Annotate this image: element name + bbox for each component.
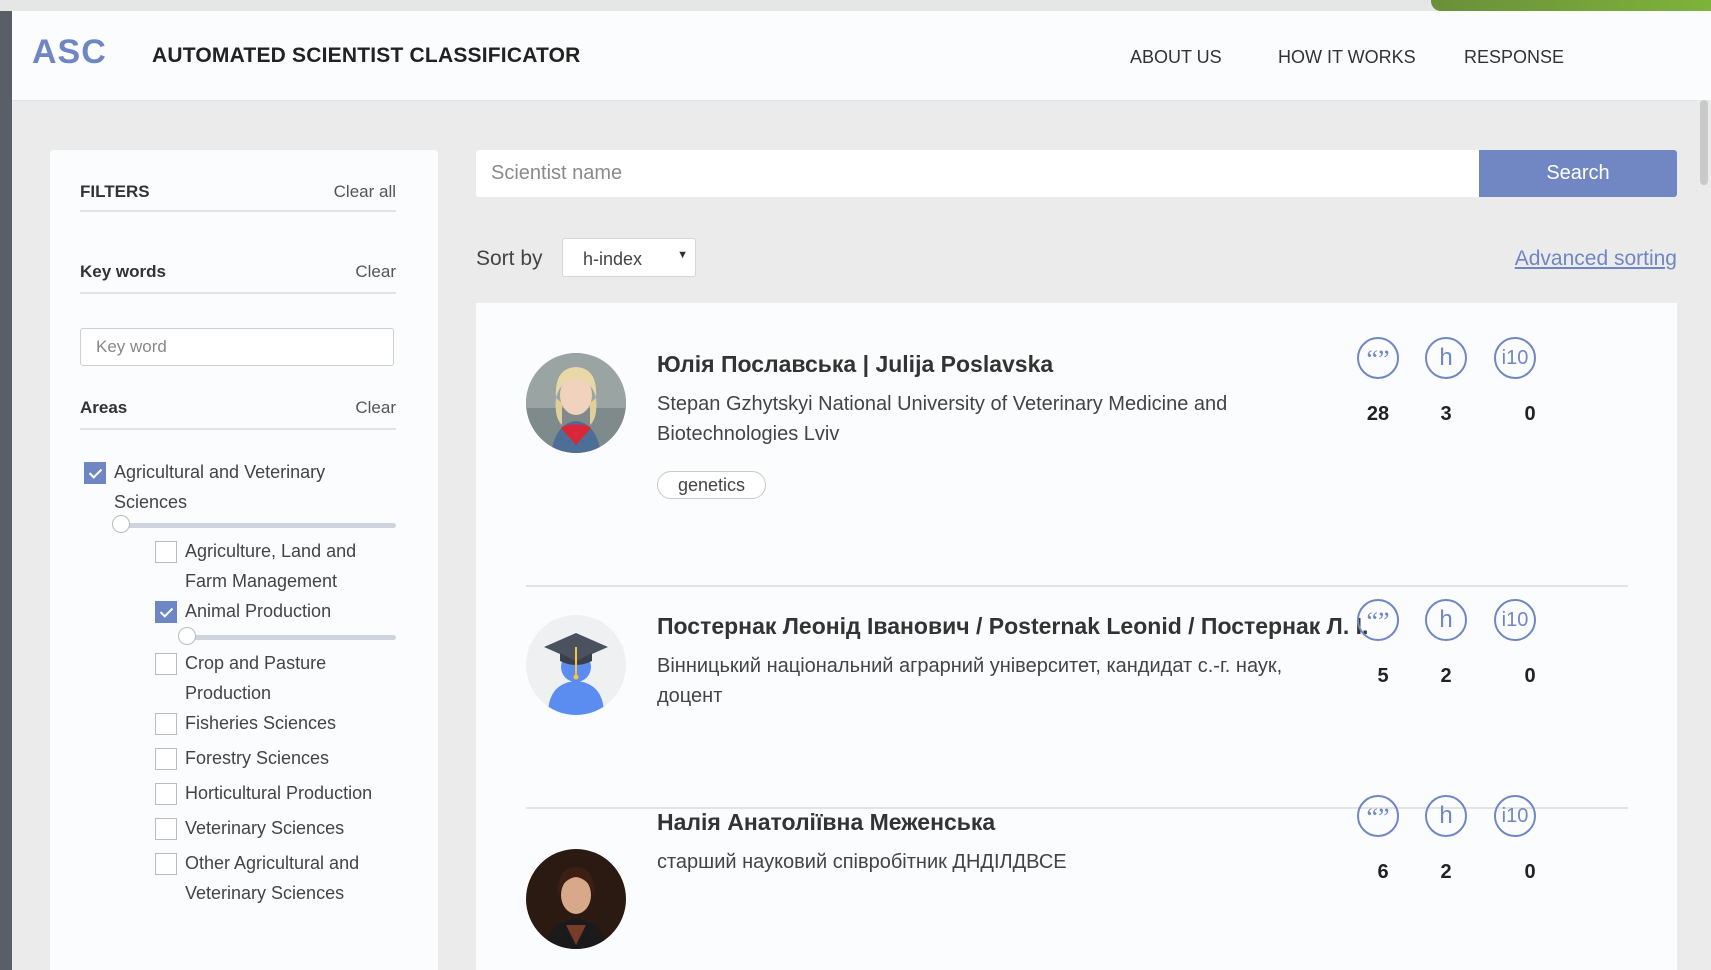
checkbox[interactable] — [155, 783, 177, 805]
area-option-label: Horticultural Production — [185, 783, 373, 803]
keyword-tag[interactable]: genetics — [657, 471, 767, 499]
page-scrollbar[interactable] — [1697, 100, 1711, 970]
sort-selected-value: h-index — [583, 249, 643, 269]
h-index-value: 2 — [1440, 665, 1452, 687]
filters-header: FILTERS Clear all — [80, 150, 396, 212]
area-option[interactable]: Fisheries Sciences — [155, 711, 336, 738]
citations-icon: “” — [1357, 599, 1399, 641]
area-option[interactable]: Agricultural and Veterinary Sciences — [84, 460, 325, 517]
h-index-value: 2 — [1440, 861, 1452, 883]
scientist-name[interactable]: Постернак Леонід Іванович / Posternak Le… — [657, 613, 1368, 640]
scientist-name[interactable]: Юлія Пославська | Julija Poslavska — [657, 351, 1053, 378]
scientist-affiliation: старший науковий співробітник ДНДІЛДВСЕ — [657, 851, 1067, 873]
area-option-label: Agricultural and Veterinary Sciences — [114, 462, 326, 512]
browser-top-strip — [0, 0, 1711, 11]
slider-knob[interactable] — [112, 515, 130, 533]
checkbox[interactable] — [155, 601, 177, 623]
area-option-label: Veterinary Sciences — [185, 818, 345, 838]
keywords-label: Key words — [80, 262, 166, 281]
checkbox[interactable] — [155, 853, 177, 875]
h-index-icon: h — [1425, 337, 1467, 379]
area-option-label: Crop and Pasture Production — [185, 653, 327, 703]
scientist-card[interactable]: Постернак Леонід Іванович / Posternak Le… — [526, 587, 1628, 809]
i10-index-icon: i10 — [1494, 599, 1536, 641]
logo[interactable]: ASC — [32, 33, 107, 72]
scientist-avatar — [526, 353, 626, 453]
nav-response[interactable]: RESPONSE — [1464, 47, 1564, 68]
citations-icon: “” — [1357, 337, 1399, 379]
citations-icon: “” — [1357, 795, 1399, 837]
area-option-label: Fisheries Sciences — [185, 713, 337, 733]
i10-index-icon: i10 — [1494, 795, 1536, 837]
browser-tab-accent — [1431, 0, 1711, 11]
area-option[interactable]: Agriculture, Land and Farm Management — [155, 539, 356, 596]
citations-count: 5 — [1377, 665, 1389, 687]
area-weight-slider[interactable] — [112, 515, 396, 533]
scientist-avatar — [526, 615, 626, 715]
i10-index-value: 0 — [1524, 403, 1536, 425]
area-option[interactable]: Animal Production — [155, 599, 331, 626]
app-title: AUTOMATED SCIENTIST CLASSIFICATOR — [152, 44, 581, 67]
checkbox[interactable] — [155, 818, 177, 840]
clear-all-link[interactable]: Clear all — [334, 182, 396, 202]
results-list: Юлія Пославська | Julija Poslavska Stepa… — [476, 303, 1677, 970]
checkbox[interactable] — [84, 462, 106, 484]
scientist-avatar — [526, 849, 626, 949]
area-option[interactable]: Forestry Sciences — [155, 746, 329, 773]
sort-select[interactable]: h-index ▼ — [562, 238, 696, 277]
filters-panel: FILTERS Clear all Key words Clear Areas … — [50, 150, 438, 970]
area-option[interactable]: Veterinary Sciences — [155, 816, 344, 843]
checkbox[interactable] — [155, 653, 177, 675]
keywords-clear-link[interactable]: Clear — [355, 262, 396, 282]
scientist-search-input[interactable] — [476, 150, 1479, 197]
advanced-sorting-link[interactable]: Advanced sorting — [1515, 247, 1677, 271]
i10-index-value: 0 — [1524, 861, 1536, 883]
areas-clear-link[interactable]: Clear — [355, 398, 396, 418]
h-index-icon: h — [1425, 795, 1467, 837]
area-option[interactable]: Other Agricultural and Veterinary Science… — [155, 851, 359, 908]
citations-count: 28 — [1366, 403, 1390, 425]
dropdown-arrow-icon: ▼ — [677, 249, 688, 261]
keywords-header: Key words Clear — [80, 250, 396, 294]
checkbox[interactable] — [155, 541, 177, 563]
scientist-card[interactable]: Юлія Пославська | Julija Poslavska Stepa… — [526, 303, 1628, 587]
app-window: ASC AUTOMATED SCIENTIST CLASSIFICATOR AB… — [12, 11, 1711, 970]
filters-title: FILTERS — [80, 182, 150, 201]
checkbox[interactable] — [155, 748, 177, 770]
scientist-name[interactable]: Налія Анатоліївна Меженська — [657, 809, 995, 836]
area-option-label: Forestry Sciences — [185, 748, 330, 768]
areas-label: Areas — [80, 398, 128, 417]
area-option[interactable]: Crop and Pasture Production — [155, 651, 326, 708]
h-index-icon: h — [1425, 599, 1467, 641]
scientist-affiliation: Вінницький національний аграрний універс… — [657, 655, 1283, 707]
sort-by-label: Sort by — [476, 247, 543, 270]
search-button[interactable]: Search — [1479, 150, 1677, 197]
citations-count: 6 — [1377, 861, 1389, 883]
keyword-input[interactable] — [80, 328, 394, 366]
area-option-label: Agriculture, Land and Farm Management — [185, 541, 357, 591]
site-header: ASC AUTOMATED SCIENTIST CLASSIFICATOR AB… — [12, 11, 1711, 101]
area-option-label: Other Agricultural and Veterinary Science… — [185, 853, 360, 903]
area-option-label: Animal Production — [185, 601, 332, 621]
area-option[interactable]: Horticultural Production — [155, 781, 372, 808]
scientist-affiliation: Stepan Gzhytskyi National University of … — [657, 393, 1228, 445]
slider-knob[interactable] — [178, 627, 196, 645]
nav-about-us[interactable]: ABOUT US — [1130, 47, 1222, 68]
checkbox[interactable] — [155, 713, 177, 735]
i10-index-icon: i10 — [1494, 337, 1536, 379]
scrollbar-thumb[interactable] — [1700, 100, 1708, 185]
areas-header: Areas Clear — [80, 386, 396, 430]
nav-how-it-works[interactable]: HOW IT WORKS — [1278, 47, 1416, 68]
h-index-value: 3 — [1440, 403, 1452, 425]
area-weight-slider[interactable] — [178, 627, 396, 645]
scientist-card[interactable]: Налія Анатоліївна Меженська старший наук… — [526, 795, 1628, 970]
i10-index-value: 0 — [1524, 665, 1536, 687]
